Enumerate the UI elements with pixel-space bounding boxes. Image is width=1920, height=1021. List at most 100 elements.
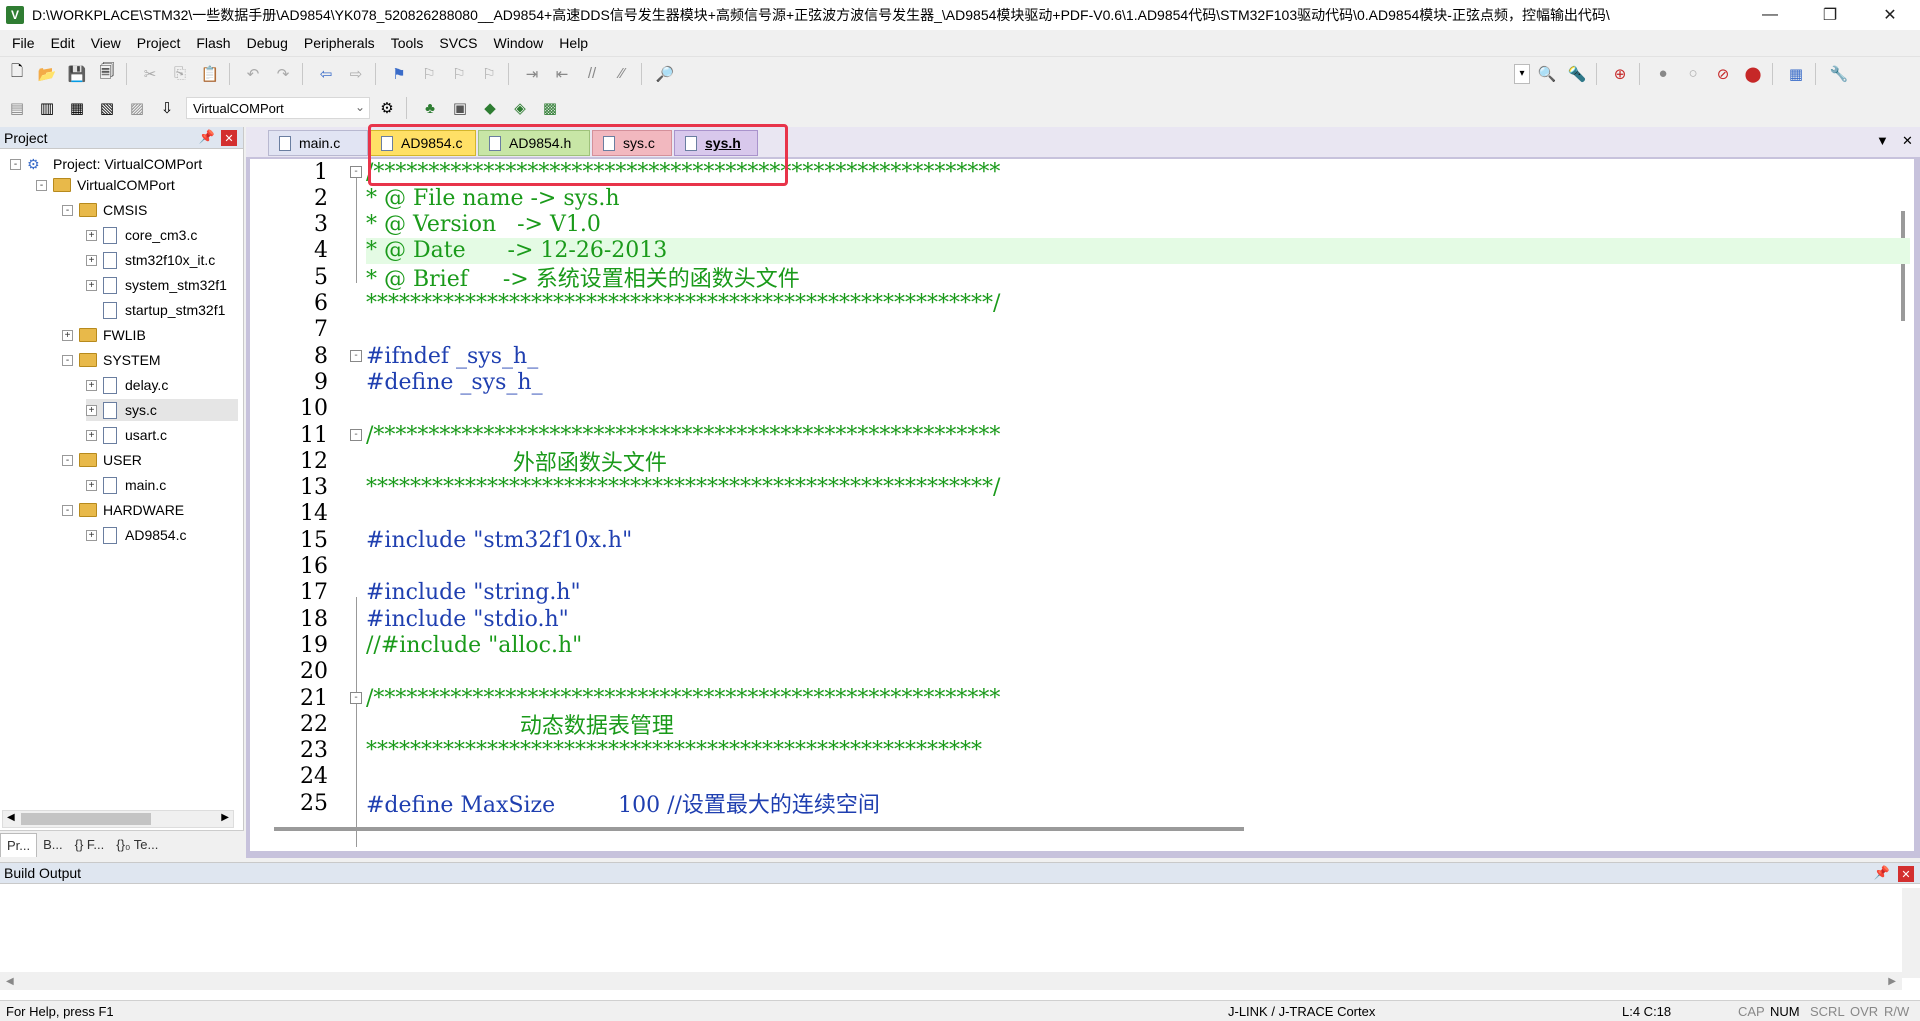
kill-breakpoints-icon[interactable]: ⬤ — [1740, 61, 1766, 87]
build-output-vertical-scrollbar[interactable] — [1902, 888, 1920, 978]
file-extensions-icon[interactable]: ▣ — [447, 95, 473, 121]
copy-icon[interactable]: ⎘ — [167, 61, 193, 87]
code-line[interactable]: 5 * @ Brief -> 系统设置相关的函数头文件 — [250, 264, 1910, 293]
tree-item-main[interactable]: + main.c — [86, 474, 166, 496]
code-line[interactable]: 6 ***************************************… — [250, 291, 1910, 317]
redo-icon[interactable]: ↷ — [270, 61, 296, 87]
collapse-icon[interactable]: - — [62, 504, 73, 516]
fold-toggle-icon[interactable]: - — [350, 692, 362, 704]
disable-breakpoint-icon[interactable]: ○ — [1680, 61, 1706, 87]
tree-item-user[interactable]: - USER — [62, 449, 142, 471]
expand-icon[interactable]: + — [86, 254, 97, 266]
code-line[interactable]: 7 — [250, 317, 1910, 343]
code-line[interactable]: 16 — [250, 554, 1910, 580]
expand-icon[interactable]: + — [86, 379, 97, 391]
comment-icon[interactable]: // — [579, 61, 605, 87]
tree-item-usart[interactable]: + usart.c — [86, 424, 167, 446]
code-line[interactable]: 20 — [250, 659, 1910, 685]
navigate-forward-icon[interactable]: ⇨ — [343, 61, 369, 87]
minimize-button[interactable]: — — [1740, 0, 1800, 30]
code-line[interactable]: 12 外部函数头文件 — [250, 448, 1910, 477]
rebuild-icon[interactable]: ▦ — [64, 95, 90, 121]
select-packs-icon[interactable]: ◈ — [507, 95, 533, 121]
tree-item-core-cm3[interactable]: + core_cm3.c — [86, 224, 197, 246]
code-line[interactable]: 15 #include "stm32f10x.h" — [250, 527, 1910, 553]
scrollbar-thumb[interactable] — [21, 813, 151, 825]
restore-button[interactable]: ❐ — [1800, 0, 1860, 30]
menu-debug[interactable]: Debug — [239, 35, 296, 51]
tab-books[interactable]: B... — [37, 833, 69, 857]
code-line[interactable]: 17 #include "string.h" — [250, 580, 1910, 606]
navigate-back-icon[interactable]: ⇦ — [313, 61, 339, 87]
code-line[interactable]: 13 **************************************… — [250, 475, 1910, 501]
tree-item-sys-c[interactable]: + sys.c — [86, 399, 238, 421]
expand-icon[interactable]: + — [86, 479, 97, 491]
uncomment-icon[interactable]: ⁄⁄ — [609, 61, 635, 87]
tree-item-delay[interactable]: + delay.c — [86, 374, 168, 396]
code-line[interactable]: 4 * @ Date -> 12-26-2013 — [250, 237, 1910, 264]
code-line[interactable]: 22 动态数据表管理 — [250, 711, 1910, 740]
code-line[interactable]: 8 - #ifndef _sys_h_ — [250, 343, 1910, 369]
tab-list-dropdown-icon[interactable]: ▼ — [1876, 133, 1889, 148]
window-layout-icon[interactable]: ▦ — [1783, 61, 1809, 87]
fold-toggle-icon[interactable]: - — [350, 350, 362, 363]
fold-toggle-icon[interactable]: - — [350, 429, 362, 441]
run-time-environment-icon[interactable]: ▩ — [537, 95, 563, 121]
tab-project[interactable]: Pr... — [0, 832, 38, 857]
collapse-icon[interactable]: - — [36, 179, 47, 191]
menu-edit[interactable]: Edit — [43, 35, 83, 51]
tab-main-c[interactable]: main.c — [268, 130, 368, 156]
pack-installer-icon[interactable]: ◆ — [477, 95, 503, 121]
target-options-icon[interactable]: ⚙ — [374, 95, 400, 121]
expand-icon[interactable]: + — [86, 279, 97, 291]
menu-tools[interactable]: Tools — [383, 35, 432, 51]
paste-icon[interactable]: 📋 — [197, 61, 223, 87]
code-line[interactable]: 23 **************************************… — [250, 738, 1910, 764]
project-horizontal-scrollbar[interactable]: ◀ ▶ — [2, 810, 234, 828]
tree-item-system[interactable]: - SYSTEM — [62, 349, 161, 371]
tree-item-startup[interactable]: startup_stm32f1 — [86, 299, 225, 321]
tree-item-project[interactable]: - ⚙ Project: VirtualCOMPort — [10, 153, 202, 175]
find-icon[interactable]: 🔦 — [1564, 61, 1590, 87]
collapse-icon[interactable]: - — [10, 158, 21, 170]
scrollbar-thumb[interactable] — [274, 827, 1244, 831]
collapse-icon[interactable]: - — [62, 454, 73, 466]
code-line[interactable]: 2 * @ File name -> sys.h — [250, 185, 1910, 211]
clear-bookmarks-icon[interactable]: ⚐ — [476, 61, 502, 87]
menu-view[interactable]: View — [83, 35, 129, 51]
unindent-icon[interactable]: ⇤ — [549, 61, 575, 87]
code-line[interactable]: 25 #define MaxSize 100 //设置最大的连续空间 — [250, 790, 1910, 819]
menu-flash[interactable]: Flash — [188, 35, 238, 51]
tree-item-stm32f10x-it[interactable]: + stm32f10x_it.c — [86, 249, 215, 271]
fold-toggle-icon[interactable]: - — [350, 166, 362, 178]
save-all-icon[interactable]: 🗐 — [94, 61, 120, 87]
build-output-text[interactable] — [0, 886, 1920, 976]
build-output-horizontal-scrollbar[interactable]: ◀ ▶ — [0, 972, 1902, 990]
close-icon[interactable]: ✕ — [221, 130, 237, 146]
tab-templates[interactable]: {}₀ Te... — [110, 833, 164, 857]
menu-peripherals[interactable]: Peripherals — [296, 35, 383, 51]
code-line[interactable]: 19 //#include "alloc.h" — [250, 632, 1910, 658]
cut-icon[interactable]: ✂ — [137, 61, 163, 87]
batch-build-icon[interactable]: ▧ — [94, 95, 120, 121]
find-in-files-icon[interactable]: 🔎 — [652, 61, 678, 87]
tree-item-hardware[interactable]: - HARDWARE — [62, 499, 184, 521]
collapse-icon[interactable]: - — [62, 204, 73, 216]
debug-session-icon[interactable]: ⊕ — [1607, 61, 1633, 87]
editor-horizontal-scrollbar[interactable] — [274, 825, 1274, 833]
bookmark-icon[interactable]: ⚑ — [386, 61, 412, 87]
menu-help[interactable]: Help — [551, 35, 596, 51]
code-line[interactable]: 9 #define _sys_h_ — [250, 369, 1910, 395]
manage-components-icon[interactable]: ♣ — [417, 95, 443, 121]
open-file-icon[interactable]: 📂 — [34, 61, 60, 87]
close-icon[interactable]: ✕ — [1898, 866, 1914, 882]
tree-item-ad9854-c[interactable]: + AD9854.c — [86, 524, 186, 546]
menu-project[interactable]: Project — [129, 35, 189, 51]
save-icon[interactable]: 💾 — [64, 61, 90, 87]
expand-icon[interactable]: + — [62, 329, 73, 341]
configure-icon[interactable]: 🔧 — [1826, 61, 1852, 87]
new-file-icon[interactable]: 🗋 — [4, 61, 30, 87]
tree-item-cmsis[interactable]: - CMSIS — [62, 199, 147, 221]
expand-icon[interactable]: + — [86, 229, 97, 241]
disable-all-breakpoints-icon[interactable]: ⊘ — [1710, 61, 1736, 87]
